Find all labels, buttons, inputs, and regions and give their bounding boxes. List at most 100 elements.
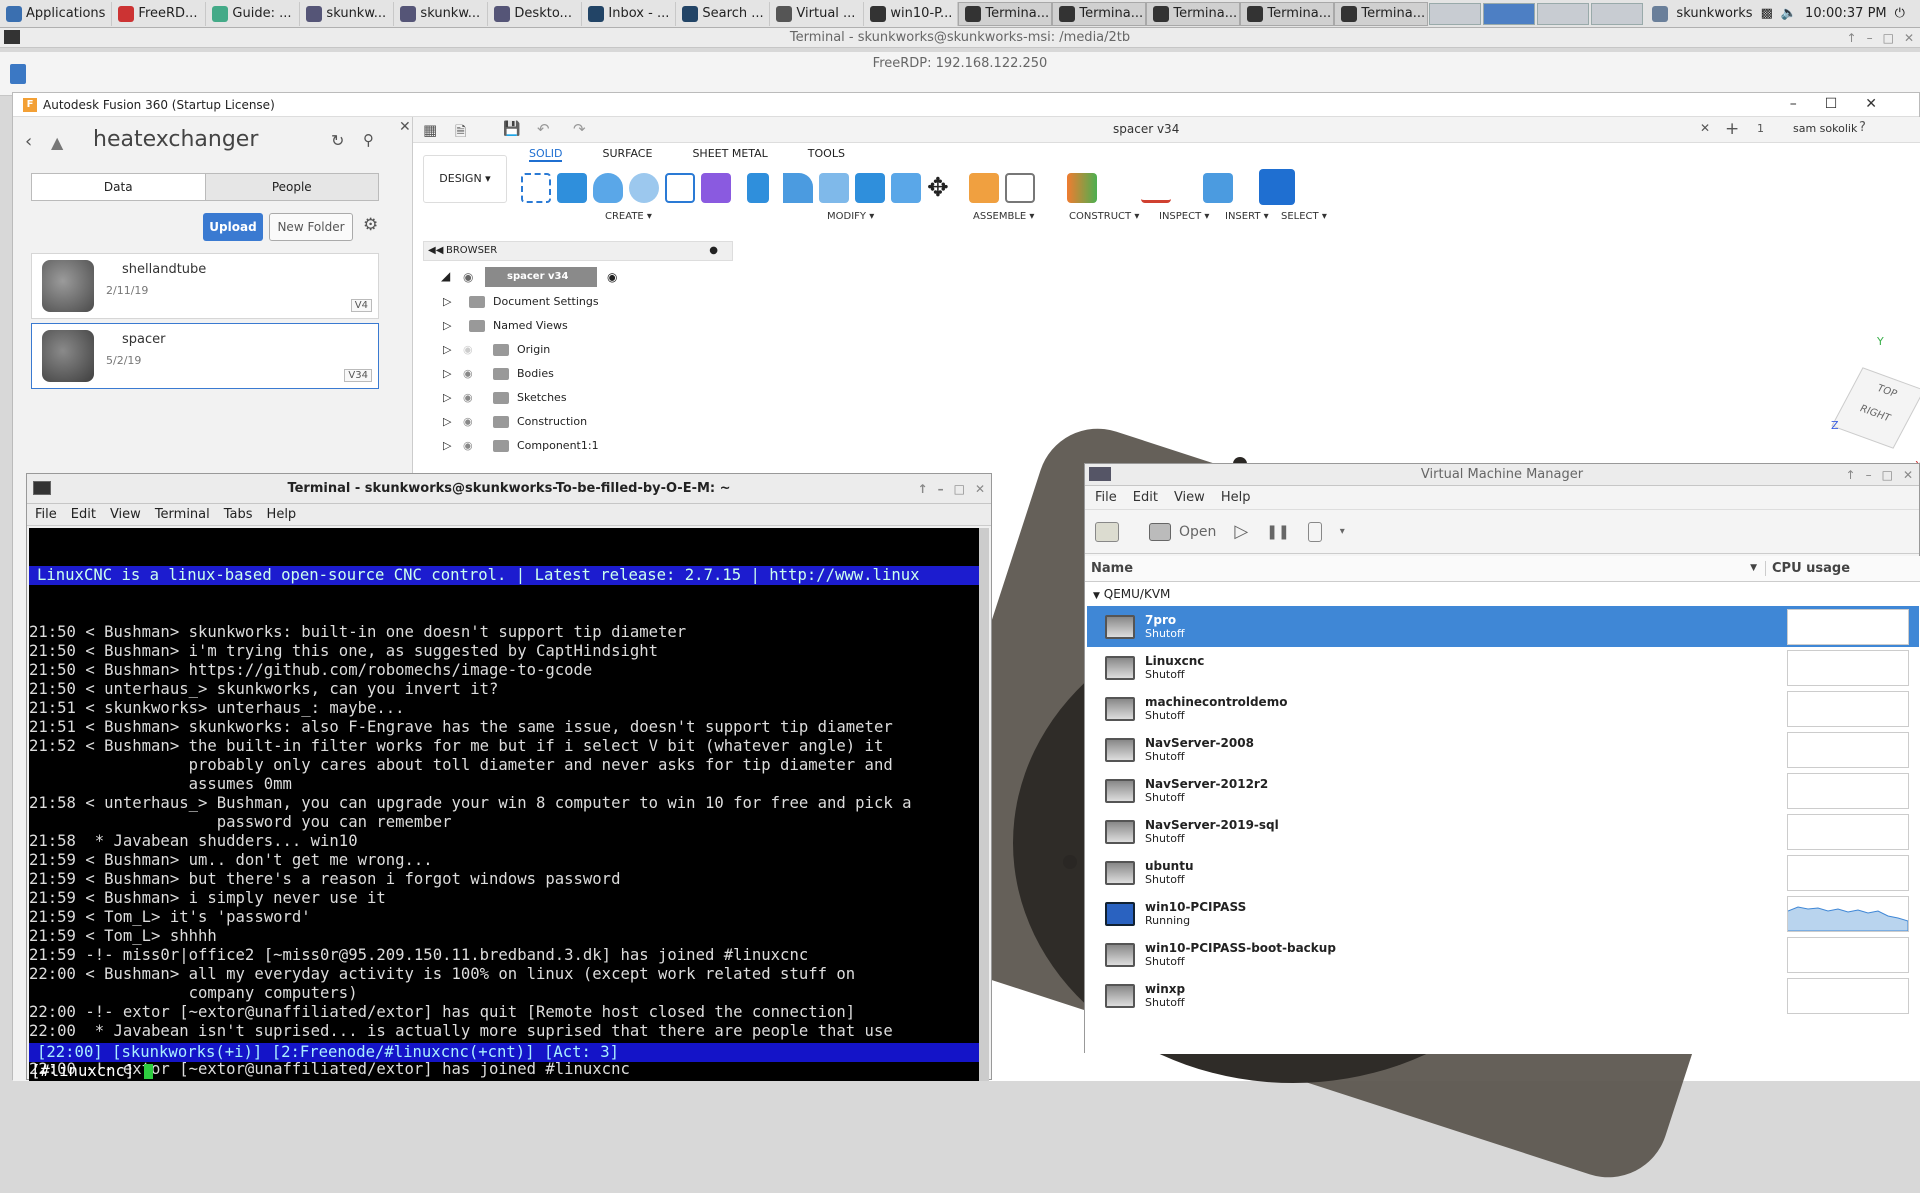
close-doc-icon[interactable]: ✕ (1700, 121, 1710, 135)
tab-data[interactable]: Data (32, 174, 206, 200)
vm-row[interactable]: win10-PCIPASS-boot-backup Shutoff (1087, 934, 1919, 975)
revolve-icon[interactable] (593, 173, 623, 203)
tab-surface[interactable]: SURFACE (602, 147, 652, 162)
select-icon[interactable] (1259, 169, 1295, 205)
vm-row[interactable]: Linuxcnc Shutoff (1087, 647, 1919, 688)
vm-row[interactable]: 7pro Shutoff (1087, 606, 1919, 647)
redo-icon[interactable]: ↷ (573, 120, 586, 138)
back-arrow-icon[interactable]: ‹ (25, 131, 32, 152)
close-button[interactable]: ✕ (1903, 464, 1913, 486)
up-button[interactable]: ↑ (1846, 464, 1856, 486)
terminal-scrollbar[interactable] (979, 528, 989, 1081)
tab-sheet-metal[interactable]: SHEET METAL (692, 147, 767, 162)
browser-root[interactable]: ◢ ◉ spacer v34 ◉ (423, 267, 733, 291)
maximize-button[interactable]: □ (954, 474, 965, 504)
taskbar-item[interactable]: Deskto... (488, 1, 583, 26)
activate-radio-icon[interactable]: ◉ (607, 270, 617, 284)
network-icon[interactable]: ▩ (1761, 6, 1773, 21)
network-graph-icon[interactable] (1652, 5, 1669, 22)
cpu-column-header[interactable]: CPU usage (1765, 561, 1850, 576)
fusion-titlebar[interactable]: F Autodesk Fusion 360 (Startup License) … (13, 93, 1919, 117)
file-menu-icon[interactable]: 🗎 (455, 121, 466, 145)
new-tab-icon[interactable]: + (1725, 119, 1739, 139)
tree-expand-icon[interactable]: ▷ (443, 391, 451, 404)
insert-menu[interactable]: INSERT ▾ (1225, 211, 1269, 222)
tree-expand-icon[interactable]: ▷ (443, 319, 451, 332)
visibility-icon[interactable]: ◉ (463, 367, 473, 380)
irc-input-line[interactable]: [#linuxcnc] (29, 1062, 979, 1081)
volume-icon[interactable]: 🔈 (1781, 6, 1797, 21)
close-button[interactable]: ✕ (975, 474, 985, 504)
tab-tools[interactable]: TOOLS (808, 147, 845, 162)
assemble-menu[interactable]: ASSEMBLE ▾ (973, 211, 1034, 222)
user-name[interactable]: skunkworks (1676, 6, 1752, 21)
file-card-spacer[interactable]: spacer 5/2/19 V34 (31, 323, 379, 389)
menu-terminal[interactable]: Terminal (155, 507, 210, 522)
tab-people[interactable]: People (205, 174, 378, 200)
taskbar-item[interactable]: Guide: ... (206, 1, 301, 26)
monitor-icon[interactable] (1149, 522, 1171, 541)
viewcube[interactable]: TOP RIGHT (1831, 367, 1920, 449)
taskbar-item[interactable]: skunkw... (300, 1, 395, 26)
taskbar-item[interactable]: skunkw... (394, 1, 489, 26)
shutdown-dropdown-icon[interactable]: ▾ (1340, 526, 1345, 537)
expand-arrow-icon[interactable]: ▼ (1093, 591, 1100, 601)
irc-output[interactable]: LinuxCNC is a linux-based open-source CN… (29, 528, 979, 1081)
taskbar-item[interactable]: Termina... (1240, 1, 1335, 26)
modify-menu[interactable]: MODIFY ▾ (827, 211, 874, 222)
tree-expand-icon[interactable]: ▷ (443, 415, 451, 428)
power-icon[interactable]: ⏻ (1895, 6, 1905, 21)
name-column-header[interactable]: Name ▼ (1085, 561, 1765, 576)
extrude-icon[interactable] (557, 173, 587, 203)
menu-edit[interactable]: Edit (71, 507, 96, 522)
minimize-button[interactable]: – (1866, 464, 1872, 486)
tree-expand-icon[interactable]: ▷ (443, 367, 451, 380)
vm-row[interactable]: win10-PCIPASS Running (1087, 893, 1919, 934)
maximize-button[interactable]: □ (1882, 464, 1893, 486)
new-vm-icon[interactable] (1095, 521, 1119, 542)
insert-image-icon[interactable] (1203, 173, 1233, 203)
workspace-3[interactable] (1537, 2, 1590, 25)
open-button[interactable]: Open (1179, 524, 1216, 540)
visibility-icon[interactable]: ◉ (463, 415, 473, 428)
measure-icon[interactable] (1141, 173, 1171, 203)
browser-node[interactable]: ▷ ◉ Component1:1 (423, 435, 733, 459)
create-menu[interactable]: CREATE ▾ (605, 211, 652, 222)
tree-expand-icon[interactable]: ▷ (443, 343, 451, 356)
tree-expand-icon[interactable]: ▷ (443, 439, 451, 452)
applications-menu[interactable]: Applications (0, 1, 113, 26)
new-component-icon[interactable] (969, 173, 999, 203)
press-pull-icon[interactable] (747, 173, 769, 203)
menu-help[interactable]: Help (267, 507, 297, 522)
collapse-icon[interactable]: ◀◀ (428, 242, 443, 260)
settings-gear-icon[interactable]: ⚙ (363, 215, 378, 235)
vmm-titlebar[interactable]: Virtual Machine Manager ↑ – □ ✕ (1085, 464, 1919, 486)
combine-icon[interactable] (855, 173, 885, 203)
terminal-titlebar[interactable]: Terminal - skunkworks@skunkworks-To-be-f… (27, 474, 991, 504)
up-button[interactable]: ↑ (918, 474, 928, 504)
vm-row[interactable]: machinecontroldemo Shutoff (1087, 688, 1919, 729)
fillet-icon[interactable] (783, 173, 813, 203)
select-menu[interactable]: SELECT ▾ (1281, 211, 1327, 222)
menu-view[interactable]: View (1174, 490, 1205, 505)
minimize-button[interactable]: – (938, 474, 944, 504)
browser-header[interactable]: ◀◀ BROWSER ● (423, 241, 733, 261)
menu-file[interactable]: File (35, 507, 57, 522)
taskbar-item[interactable]: Virtual ... (770, 1, 865, 26)
menu-view[interactable]: View (110, 507, 141, 522)
browser-node[interactable]: ▷ ◉ Origin (423, 339, 733, 363)
tab-solid[interactable]: SOLID (529, 147, 563, 162)
search-icon[interactable]: ⚲ (363, 131, 374, 149)
taskbar-item[interactable]: Termina... (958, 1, 1053, 26)
taskbar-item[interactable]: Termina... (1146, 1, 1241, 26)
shell-icon[interactable] (819, 173, 849, 203)
workspace-2[interactable] (1483, 2, 1536, 25)
visibility-icon[interactable]: ◉ (463, 439, 473, 452)
offset-plane-icon[interactable] (1067, 173, 1097, 203)
menu-file[interactable]: File (1095, 490, 1117, 505)
form-icon[interactable] (701, 173, 731, 203)
visibility-icon[interactable]: ◉ (463, 391, 473, 404)
sphere-icon[interactable] (629, 173, 659, 203)
vm-row[interactable]: NavServer-2008 Shutoff (1087, 729, 1919, 770)
inspect-menu[interactable]: INSPECT ▾ (1159, 211, 1209, 222)
